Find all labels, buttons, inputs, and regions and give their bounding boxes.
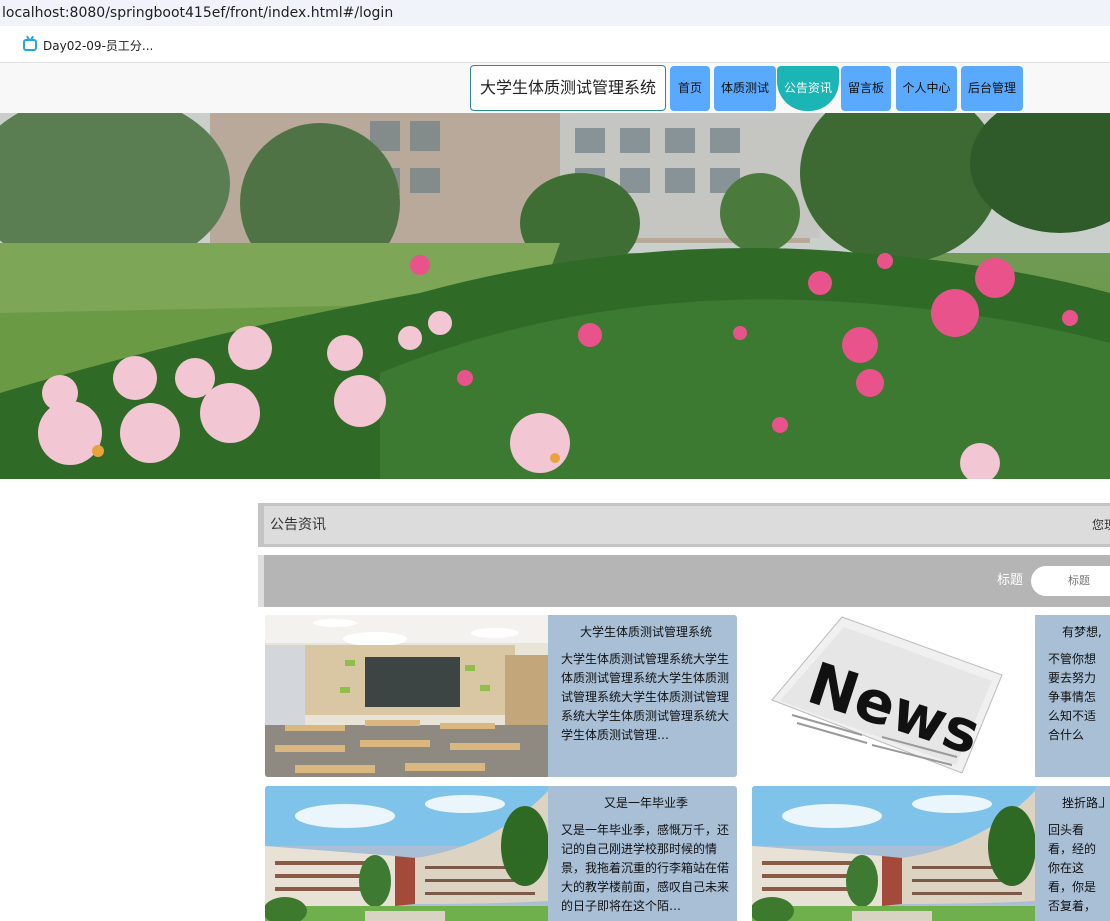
section-header: 公告资讯 您现: [258, 503, 1110, 547]
nav-personal-center[interactable]: 个人中心: [896, 66, 957, 111]
card-title: 又是一年毕业季: [603, 796, 688, 810]
bookmark-label: Day02-09-员工分...: [43, 38, 154, 53]
hero-banner: [0, 113, 1110, 479]
section-breadcrumb: 您现: [1092, 518, 1110, 532]
bookmarks-bar: Day02-09-员工分...: [0, 26, 1110, 63]
card-body: 回头看看，经的你在这看，你是否复着，却今，让我们: [1048, 823, 1097, 913]
card-body: 不管你想要去努力争事情怎么知不适合什么书，让我给: [1048, 652, 1097, 742]
card-text: 有梦想, 不管你想要去努力争事情怎么知不适合什么书，让我给: [1035, 615, 1110, 777]
nav-home[interactable]: 首页: [670, 66, 710, 111]
address-bar[interactable]: localhost:8080/springboot415ef/front/ind…: [0, 0, 1110, 26]
nav-fitness-test[interactable]: 体质测试: [714, 66, 776, 111]
news-card[interactable]: 大学生体质测试管理系统 大学生体质测试管理系统大学生体质测试管理系统大学生体质测…: [265, 615, 737, 777]
card-title: 挫折路上: [1062, 796, 1104, 810]
nav-message-board[interactable]: 留言板: [841, 66, 891, 111]
card-image: [265, 615, 548, 777]
bilibili-icon: [23, 39, 37, 51]
search-input[interactable]: [1031, 566, 1110, 596]
site-title: 大学生体质测试管理系统: [470, 65, 666, 111]
hero-banner-image: [0, 113, 1110, 479]
nav-admin[interactable]: 后台管理: [961, 66, 1023, 111]
search-label: 标题: [997, 573, 1024, 588]
site-nav: 大学生体质测试管理系统 首页 体质测试 公告资讯 留言板 个人中心 后台管理: [0, 63, 1110, 113]
news-card[interactable]: 挫折路上 回头看看，经的你在这看，你是否复着，却今，让我们: [752, 786, 1110, 921]
card-body: 又是一年毕业季，感慨万千，还记的自己刚进学校那时候的情景，我拖着沉重的行李箱站在…: [561, 823, 730, 913]
card-text: 大学生体质测试管理系统 大学生体质测试管理系统大学生体质测试管理系统大学生体质测…: [548, 615, 737, 777]
card-text: 又是一年毕业季 又是一年毕业季，感慨万千，还记的自己刚进学校那时候的情景，我拖着…: [548, 786, 737, 921]
nav-announcements[interactable]: 公告资讯: [777, 66, 839, 111]
newspaper-image: News: [752, 615, 1035, 777]
campus-image: [752, 786, 1035, 921]
card-image: News: [752, 615, 1035, 777]
card-title: 有梦想,: [1062, 625, 1102, 639]
card-body: 大学生体质测试管理系统大学生体质测试管理系统大学生体质测试管理系统大学生体质测试…: [561, 652, 730, 742]
news-card[interactable]: News 有梦想, 不管你想要去努力争事情怎么知不适合什么书，让我给: [752, 615, 1110, 777]
card-title: 大学生体质测试管理系统: [579, 625, 712, 639]
search-bar: 标题: [258, 555, 1110, 607]
card-image: [752, 786, 1035, 921]
card-image: [265, 786, 548, 921]
news-card[interactable]: 又是一年毕业季 又是一年毕业季，感慨万千，还记的自己刚进学校那时候的情景，我拖着…: [265, 786, 737, 921]
card-text: 挫折路上 回头看看，经的你在这看，你是否复着，却今，让我们: [1035, 786, 1110, 921]
campus-image: [265, 786, 548, 921]
classroom-image: [265, 615, 548, 777]
bookmark-item[interactable]: Day02-09-员工分...: [23, 36, 153, 54]
section-title: 公告资讯: [270, 517, 326, 533]
